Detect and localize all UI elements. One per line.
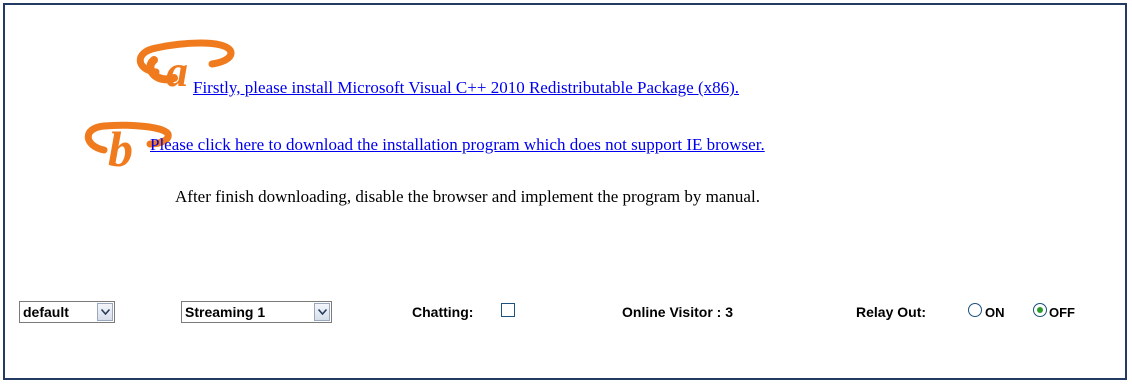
radio-selected-dot [1037, 307, 1043, 313]
svg-text:a: a [166, 47, 188, 96]
relay-on-label: ON [985, 305, 1005, 320]
online-visitor-count: Online Visitor : 3 [622, 304, 733, 320]
chatting-label: Chatting: [412, 304, 474, 320]
svg-text:b: b [108, 121, 133, 176]
quality-select-value: default [23, 304, 69, 320]
chevron-down-icon[interactable] [97, 303, 113, 321]
relay-off-radio[interactable] [1033, 303, 1047, 317]
download-installer-link[interactable]: Please click here to download the instal… [150, 135, 765, 155]
stream-select[interactable]: Streaming 1 [181, 301, 332, 323]
download-instructions: After finish downloading, disable the br… [175, 187, 760, 206]
stream-select-value: Streaming 1 [185, 304, 266, 320]
relay-off-label: OFF [1049, 305, 1075, 320]
player-controls: default Streaming 1 Chatting: Online Vis… [0, 298, 1132, 328]
relay-out-label: Relay Out: [856, 304, 927, 320]
quality-select[interactable]: default [19, 301, 115, 323]
relay-on-radio[interactable] [968, 303, 982, 317]
chevron-down-icon[interactable] [314, 303, 330, 321]
chatting-checkbox[interactable] [501, 303, 515, 317]
install-vc-redist-link[interactable]: Firstly, please install Microsoft Visual… [193, 78, 739, 98]
